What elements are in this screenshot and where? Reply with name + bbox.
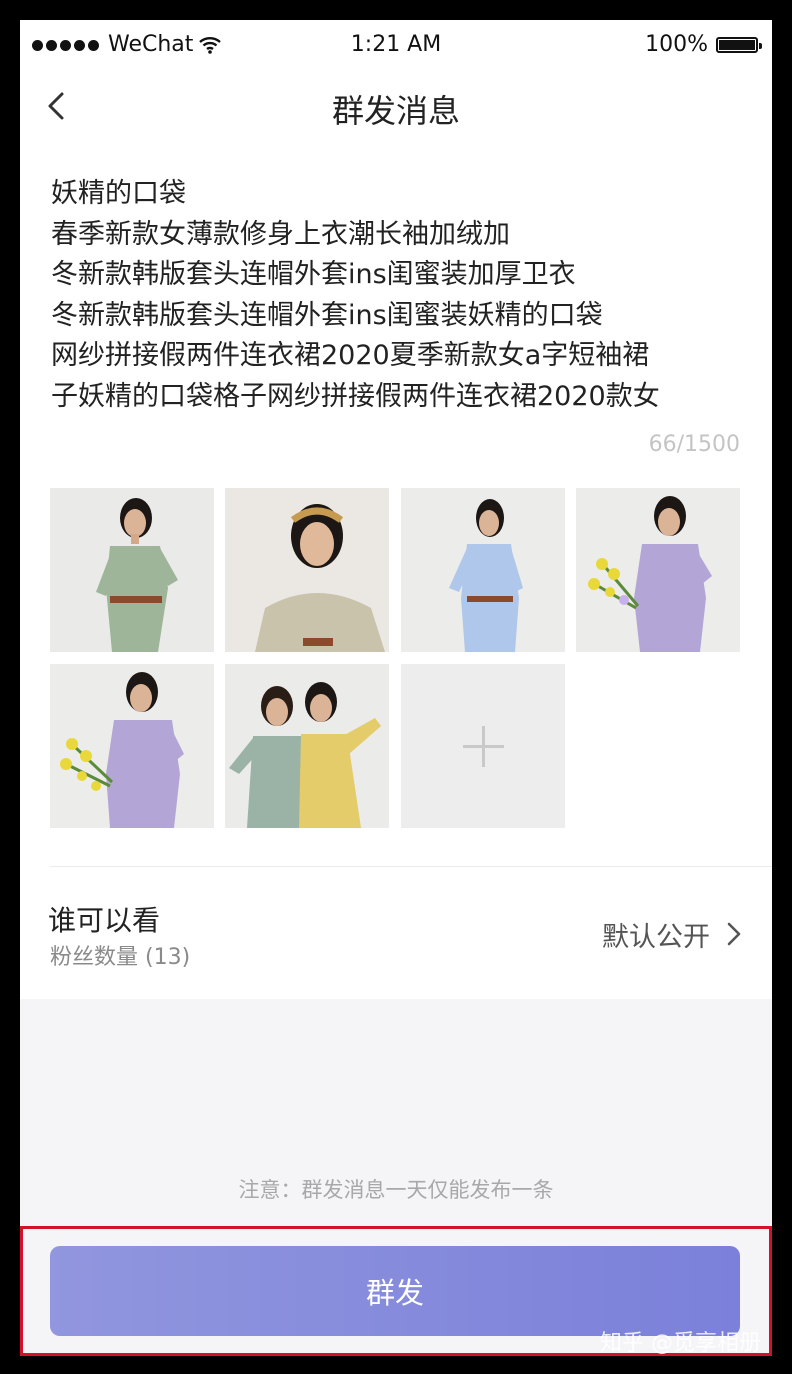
add-photo-button[interactable] [401, 664, 565, 828]
char-counter: 66/1500 [648, 432, 740, 457]
chevron-right-icon [727, 922, 741, 946]
photo-image [225, 664, 389, 828]
visibility-row[interactable]: 谁可以看 粉丝数量 (13) 默认公开 [20, 867, 772, 999]
notice-text: 注意：群发消息一天仅能发布一条 [238, 1178, 554, 1202]
photo-thumbnail[interactable] [225, 488, 389, 652]
message-input[interactable]: 妖精的口袋 春季新款女薄款修身上衣潮长袖加绒加 冬新款韩版套头连帽外套ins闺蜜… [51, 174, 751, 417]
photo-image [50, 488, 214, 652]
photo-image [576, 488, 740, 652]
photo-thumbnail[interactable] [50, 488, 214, 652]
phone-screen: WeChat 1:21 AM 100% 群发消息 妖精的口袋 春季新款女薄款修身… [20, 20, 772, 1354]
photo-image [401, 488, 565, 652]
battery-icon [716, 36, 762, 53]
photo-image [225, 488, 389, 652]
photo-thumbnail[interactable] [225, 664, 389, 828]
photo-thumbnail[interactable] [50, 664, 214, 828]
follower-count: 粉丝数量 (13) [50, 945, 191, 970]
nav-bar: 群发消息 [20, 76, 772, 136]
visibility-value: 默认公开 [602, 922, 710, 953]
photo-thumbnail[interactable] [401, 488, 565, 652]
status-bar: WeChat 1:21 AM 100% [20, 20, 772, 68]
status-right: 100% [645, 32, 762, 57]
page-title: 群发消息 [331, 92, 460, 130]
visibility-label: 谁可以看 [48, 904, 161, 937]
photo-image [50, 664, 214, 828]
watermark: 知乎 @觅享相册 [600, 1331, 761, 1356]
photo-thumbnail[interactable] [576, 488, 740, 652]
battery-percent: 100% [645, 32, 708, 57]
